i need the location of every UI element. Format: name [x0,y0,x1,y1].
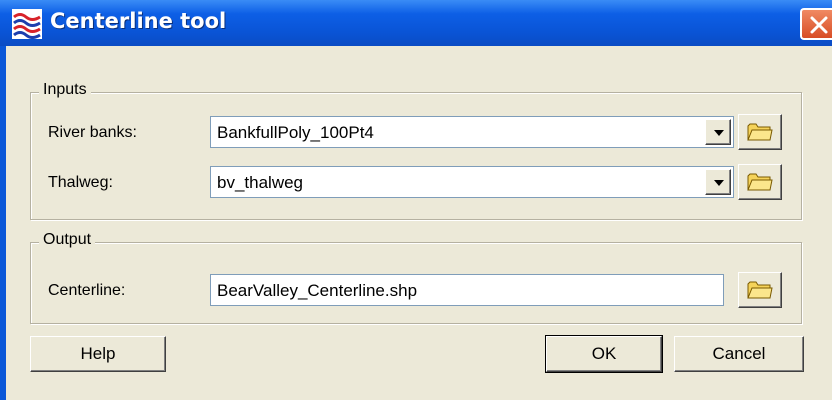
window-title: Centerline tool [50,9,227,33]
help-button[interactable]: Help [30,336,166,372]
chevron-down-icon [714,180,724,186]
river-banks-label: River banks: [48,124,137,141]
thalweg-browse-button[interactable] [738,164,782,200]
thalweg-select[interactable]: bv_thalweg [210,166,734,198]
output-legend: Output [39,231,96,249]
centerline-dialog: Centerline tool Inputs River banks: Bank… [0,0,832,400]
folder-icon [747,123,773,141]
centerline-browse-button[interactable] [738,272,782,308]
folder-icon [747,281,773,299]
river-banks-dropdown-button[interactable] [705,119,731,145]
folder-icon [747,173,773,191]
thalweg-value: bv_thalweg [217,173,304,192]
inputs-group: Inputs [30,81,802,220]
inputs-legend: Inputs [39,81,91,99]
thalweg-label: Thalweg: [48,174,113,191]
close-icon [810,16,828,34]
chevron-down-icon [714,130,724,136]
river-banks-browse-button[interactable] [738,114,782,150]
centerline-input[interactable]: BearValley_Centerline.shp [210,274,724,306]
centerline-label: Centerline: [48,282,126,299]
title-bar[interactable]: Centerline tool [0,0,832,46]
dialog-body: Inputs River banks: BankfullPoly_100Pt4 … [6,46,832,400]
river-banks-select[interactable]: BankfullPoly_100Pt4 [210,116,734,148]
ok-button[interactable]: OK [545,335,663,373]
centerline-app-icon [12,9,42,39]
river-banks-value: BankfullPoly_100Pt4 [217,123,374,142]
cancel-button[interactable]: Cancel [674,336,804,372]
close-button[interactable] [800,8,832,40]
centerline-value: BearValley_Centerline.shp [217,281,418,300]
thalweg-dropdown-button[interactable] [705,169,731,195]
